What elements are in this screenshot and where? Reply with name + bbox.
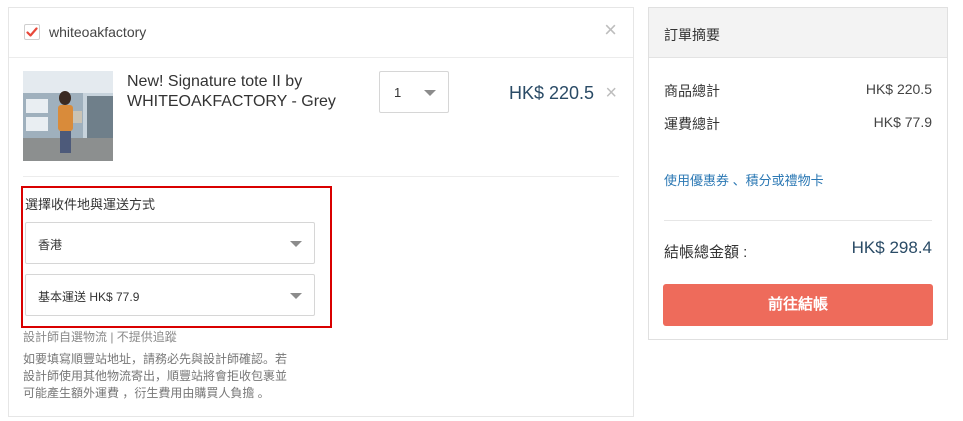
logistics-note: 設計師自選物流 | 不提供追蹤 [23, 330, 177, 344]
checkout-button[interactable]: 前往結帳 [663, 284, 933, 326]
divider [664, 220, 932, 221]
shop-header: whiteoakfactory × [9, 8, 633, 58]
shipping-options-section: 選擇收件地與運送方式 香港 基本運送 HK$ 77.9 [21, 186, 332, 328]
close-icon[interactable]: × [605, 83, 617, 103]
sf-note-line: 設計師使用其他物流寄出，順豐站將會拒收包裹並 [23, 369, 288, 383]
item-price: HK$ 220.5 [509, 83, 595, 103]
cart-panel: whiteoakfactory × New! Signature tote II… [8, 7, 634, 417]
shipping-total-label: 運費總計 [664, 116, 720, 132]
shipping-total-row: 運費總計 HK$ 77.9 [664, 114, 932, 134]
summary-header: 訂單摘要 [649, 8, 947, 58]
subtotal-value: HK$ 220.5 [865, 81, 932, 97]
sf-note-line: 可能產生額外運費 ，衍生費用由購買人負擔 。 [23, 386, 270, 400]
shop-select-checkbox[interactable] [24, 24, 40, 40]
product-title-line1: New! Signature tote II by [127, 73, 303, 90]
quantity-value: 1 [394, 85, 402, 100]
divider [23, 176, 619, 177]
subtotal-row: 商品總計 HK$ 220.5 [664, 81, 932, 101]
total-value: HK$ 298.4 [851, 238, 932, 257]
product-photo [23, 71, 113, 161]
checkmark-icon [26, 27, 38, 37]
shipping-method-select[interactable]: 基本運送 HK$ 77.9 [25, 274, 315, 316]
product-thumbnail[interactable] [23, 71, 113, 161]
summary-title: 訂單摘要 [664, 27, 720, 43]
sf-express-note: 如要填寫順豐站地址，請務必先與設計師確認。若 設計師使用其他物流寄出，順豐站將會… [23, 351, 323, 402]
subtotal-label: 商品總計 [664, 83, 720, 99]
cart-item-row: New! Signature tote II by WHITEOAKFACTOR… [9, 58, 633, 176]
close-icon[interactable]: × [604, 19, 617, 41]
shop-name[interactable]: whiteoakfactory [49, 24, 146, 40]
quantity-select[interactable]: 1 [379, 71, 449, 113]
product-title[interactable]: New! Signature tote II by WHITEOAKFACTOR… [127, 72, 357, 112]
chevron-down-icon [290, 241, 302, 247]
region-select[interactable]: 香港 [25, 222, 315, 264]
product-title-line2: WHITEOAKFACTORY - Grey [127, 93, 336, 110]
chevron-down-icon [424, 90, 436, 96]
chevron-down-icon [290, 293, 302, 299]
shipping-total-value: HK$ 77.9 [873, 114, 932, 130]
order-summary-panel: 訂單摘要 商品總計 HK$ 220.5 運費總計 HK$ 77.9 使用優惠券 … [648, 7, 948, 340]
coupon-link[interactable]: 使用優惠券 、積分或禮物卡 [664, 170, 824, 189]
sf-note-line: 如要填寫順豐站地址，請務必先與設計師確認。若 [23, 352, 288, 366]
shipping-section-label: 選擇收件地與運送方式 [25, 197, 156, 212]
total-label: 結帳總金額 : [664, 244, 748, 261]
region-value: 香港 [38, 238, 63, 252]
shipping-method-value: 基本運送 HK$ 77.9 [38, 290, 140, 304]
